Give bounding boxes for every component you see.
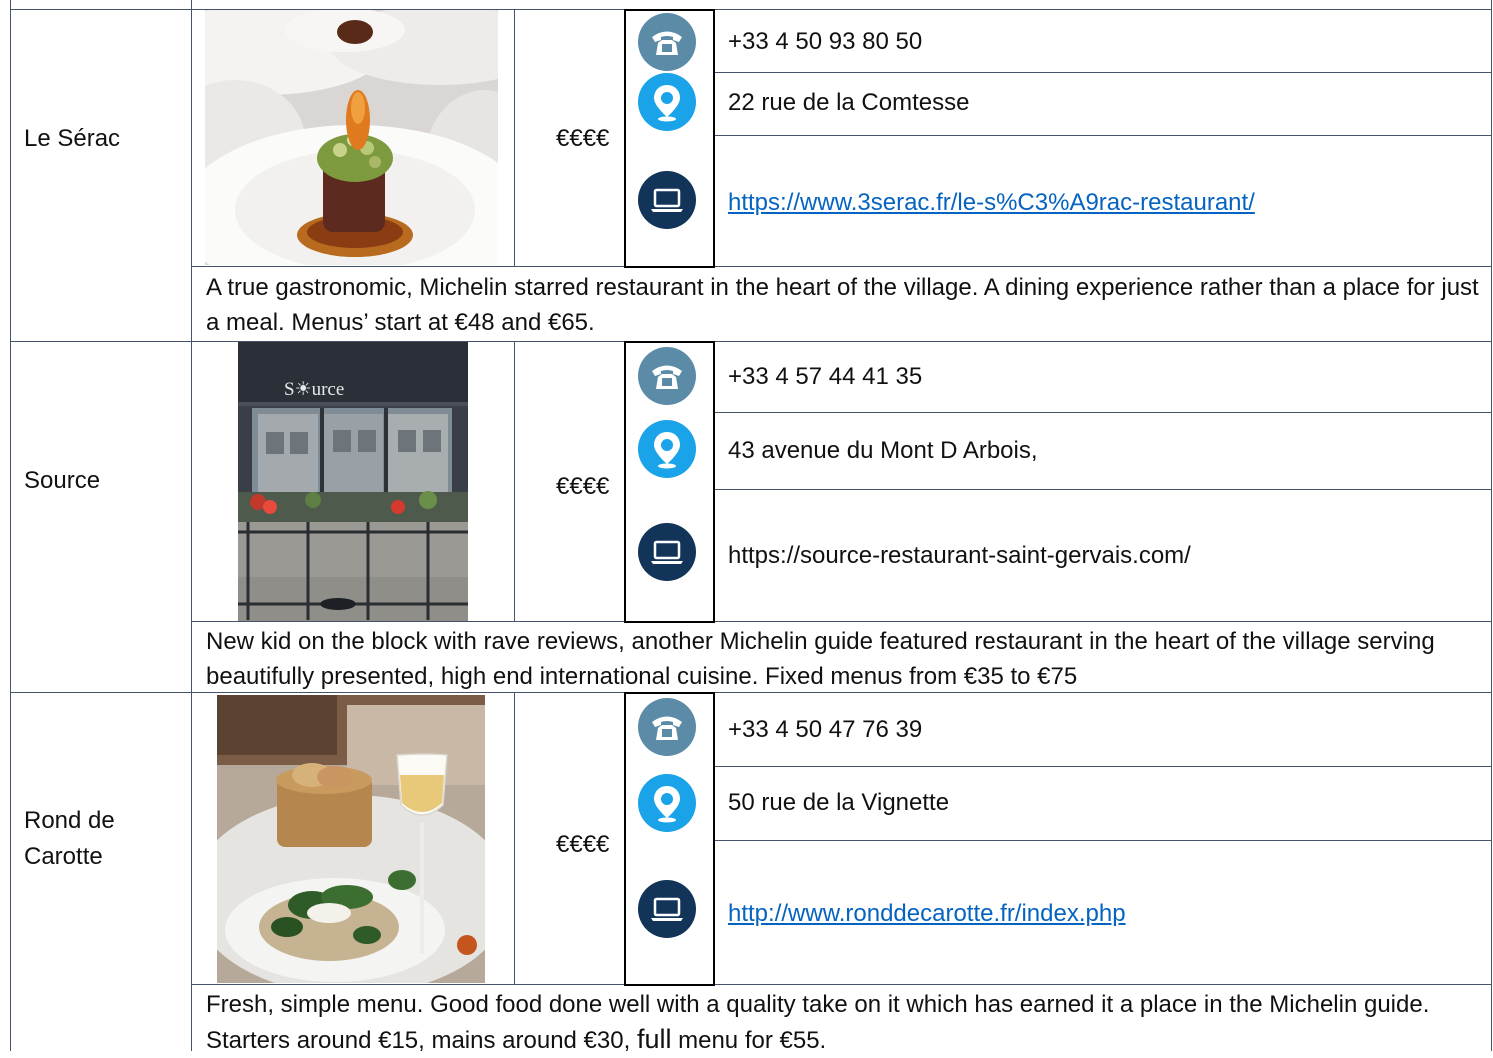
phone-icon	[638, 347, 696, 405]
icon-box-border	[624, 9, 715, 11]
description-emphasis: full	[636, 1024, 672, 1054]
phone-icon	[638, 698, 696, 756]
restaurant-name: Rond de Carotte	[24, 807, 115, 870]
website-link[interactable]: http://www.ronddecarotte.fr/index.php	[728, 897, 1126, 931]
price-level: €€€€	[556, 473, 610, 500]
laptop-icon	[638, 880, 696, 938]
row-divider	[10, 341, 1492, 342]
phone-number: +33 4 50 93 80 50	[728, 28, 923, 55]
contact-divider	[714, 766, 1492, 767]
phone-number: +33 4 50 47 76 39	[728, 716, 923, 743]
laptop-icon	[638, 171, 696, 229]
location-pin-icon	[638, 420, 696, 478]
contact-divider	[714, 489, 1492, 490]
column-divider	[514, 692, 515, 984]
contact-divider	[714, 135, 1492, 136]
row-divider	[191, 984, 1492, 985]
table-right-border	[1491, 0, 1492, 1051]
row-divider	[191, 621, 1492, 622]
restaurant-photo	[205, 10, 498, 265]
icon-box-border	[713, 341, 715, 623]
restaurant-photo	[217, 695, 485, 983]
restaurant-name: Le Sérac	[24, 125, 121, 152]
location-pin-icon	[638, 73, 696, 131]
restaurant-description: Fresh, simple menu. Good food done well …	[206, 987, 1486, 1058]
icon-box-border	[713, 9, 715, 268]
icon-box-border	[624, 621, 715, 623]
address: 22 rue de la Comtesse	[728, 89, 970, 116]
website-link[interactable]: https://www.3serac.fr/le-s%C3%A9rac-rest…	[728, 186, 1255, 220]
contact-divider	[714, 412, 1492, 413]
restaurant-photo: S☀urce	[238, 342, 468, 621]
icon-box-border	[624, 266, 715, 268]
price-level: €€€€	[556, 831, 610, 858]
address: 50 rue de la Vignette	[728, 789, 950, 816]
phone-number: +33 4 57 44 41 35	[728, 363, 923, 390]
laptop-icon	[638, 523, 696, 581]
photo-sign: S☀urce	[284, 379, 345, 400]
restaurant-name: Source	[24, 467, 101, 494]
website-text: https://source-restaurant-saint-gervais.…	[728, 542, 1191, 569]
address: 43 avenue du Mont D Arbois,	[728, 437, 1038, 464]
contact-divider	[714, 72, 1492, 73]
icon-box-border	[624, 692, 626, 986]
row-divider	[191, 266, 1492, 267]
column-divider	[514, 341, 515, 621]
table-left-border	[10, 0, 11, 1051]
restaurant-description: A true gastronomic, Michelin starred res…	[206, 274, 1479, 336]
restaurant-table: Le Sérac €€€€ +33 4 50 93 80 50 22 rue d…	[0, 0, 1493, 1054]
location-pin-icon	[638, 774, 696, 832]
icon-box-border	[713, 692, 715, 986]
icon-box-border	[624, 9, 626, 268]
price-level: €€€€	[556, 125, 610, 152]
restaurant-description: New kid on the block with rave reviews, …	[206, 628, 1435, 690]
phone-icon	[638, 13, 696, 71]
contact-divider	[714, 840, 1492, 841]
icon-box-border	[624, 341, 626, 623]
column-divider	[191, 0, 192, 1051]
description-text: menu for €55.	[671, 1027, 827, 1054]
column-divider	[514, 9, 515, 266]
icon-box-border	[624, 984, 715, 986]
icon-box-border	[624, 341, 715, 343]
